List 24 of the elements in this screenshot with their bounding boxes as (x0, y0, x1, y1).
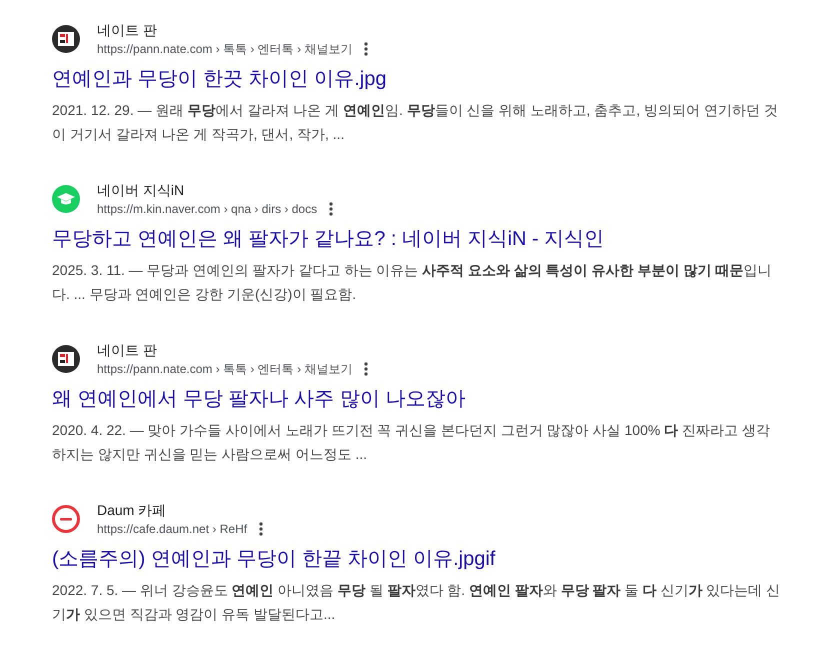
site-name: 네이트 판 (97, 21, 158, 40)
result-title-link[interactable]: 왜 연예인에서 무당 팔자나 사주 많이 나오잖아 (52, 385, 466, 413)
site-logo-icon (52, 345, 80, 373)
result-snippet: 2021. 12. 29. — 원래 무당에서 갈라져 나온 게 연예인임. 무당들이 신을 위해 노래하고, 춤추고, 빙의되어 연기하던 것이 거기서 갈라져 나온 게 작곡가, 댄서, 작가, ... (52, 101, 779, 144)
site-name: 네이트 판 (97, 341, 158, 360)
result-title-link[interactable]: (소름주의) 연예인과 무당이 한끝 차이인 이유.jpgif (52, 545, 496, 573)
result-snippet: 2022. 7. 5. — 위너 강승윤도 연예인 아니였음 무당 될 팔자였다 함. 연예인 팔자와 무당 팔자 둘 다 신기가 있다는데 신기가 있으면 직감과 영감이 유독 발달된다고... (52, 581, 782, 624)
site-name: 네이버 지식iN (97, 181, 186, 200)
more-options-icon[interactable] (364, 362, 368, 376)
site-name: Daum 카페 (97, 501, 168, 520)
result-snippet: 2020. 4. 22. — 맞아 가수들 사이에서 노래가 뜨기전 꼭 귀신을 본다던지 그런거 많잖아 사실 100% 다 진짜라고 생각 하지는 않지만 귀신을 믿는 사람으로써 어느정도 ... (52, 421, 771, 464)
site-logo-icon (52, 25, 80, 53)
result-snippet: 2025. 3. 11. — 무당과 연예인의 팔자가 같다고 하는 이유는 사주적 요소와 삶의 특성이 유사한 부분이 많기 때문입니다. ... 무당과 연예인은 강한 기운(신강)이 필요함. (52, 261, 772, 304)
result-title-link[interactable]: 무당하고 연예인은 왜 팔자가 같나요? : 네이버 지식iN - 지식인 (52, 225, 604, 253)
site-url: https://pann.nate.com › 톡톡 › 엔터톡 › 채널보기 (97, 361, 352, 378)
more-options-icon[interactable] (364, 42, 368, 56)
graduation-cap-icon (52, 185, 80, 213)
site-url: https://cafe.daum.net › ReHf (97, 521, 248, 538)
site-url: https://pann.nate.com › 톡톡 › 엔터톡 › 채널보기 (97, 41, 352, 58)
site-logo-icon (52, 505, 80, 533)
site-url: https://m.kin.naver.com › qna › dirs › docs (97, 201, 318, 218)
more-options-icon[interactable] (259, 522, 264, 536)
more-options-icon[interactable] (329, 202, 334, 216)
result-title-link[interactable]: 연예인과 무당이 한끗 차이인 이유.jpg (52, 65, 386, 93)
